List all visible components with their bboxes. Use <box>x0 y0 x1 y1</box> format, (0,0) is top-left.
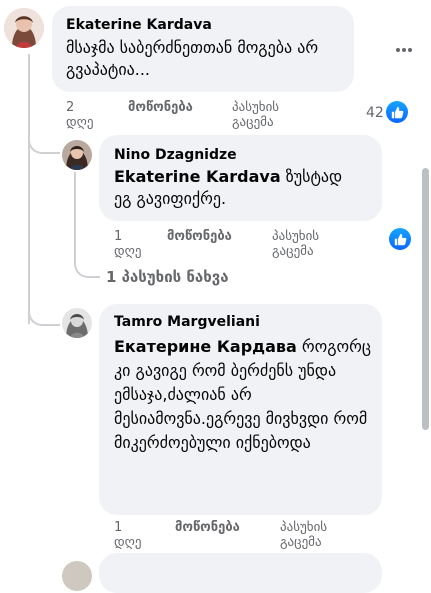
like-button[interactable]: მოწონება <box>175 520 240 535</box>
comment-bubble <box>99 553 382 593</box>
scrollbar-track[interactable] <box>420 0 431 569</box>
like-button[interactable]: მოწონება <box>128 100 193 115</box>
avatar-photo-icon <box>62 308 92 338</box>
comment-text: Екатерине Кардава როგორც კი გავიგე რომ ბ… <box>114 335 372 455</box>
avatar[interactable] <box>62 561 92 591</box>
avatar[interactable] <box>62 140 92 170</box>
reply-label-line-2: გაცემა <box>280 535 322 550</box>
reply-label-line-1: პასუხის <box>272 229 320 244</box>
comment-age-number: 2 <box>66 100 75 115</box>
like-button[interactable]: მოწონება <box>167 229 232 244</box>
comment-age-unit: დღე <box>66 115 94 130</box>
thread-branch-view-replies <box>74 256 100 278</box>
reply-label-line-2: გაცემა <box>232 115 274 130</box>
comment-age-number: 1 <box>114 520 123 535</box>
comment-bubble: Tamro Margveliani Екатерине Кардава როგო… <box>99 304 382 515</box>
reply-button[interactable]: პასუხის გაცემა <box>272 229 319 259</box>
reply-button[interactable]: პასუხის გაცემა <box>232 100 279 130</box>
comment-bubble: Nino Dzagnidze Ekaterine Kardava ზუსტად … <box>99 135 382 221</box>
thread-line-main <box>28 54 30 324</box>
thumbs-up-icon <box>394 233 406 245</box>
comment-age[interactable]: 1 დღე <box>114 229 154 259</box>
avatar[interactable] <box>4 8 44 48</box>
reply-label-line-2: გაცემა <box>272 244 314 259</box>
reaction-count[interactable]: 42 <box>366 106 384 121</box>
comment-age[interactable]: 2 დღე <box>66 100 106 130</box>
more-dots-icon <box>396 48 412 52</box>
avatar-photo-icon <box>4 8 44 48</box>
comment-age-unit: დღე <box>114 244 142 259</box>
thumbs-up-icon <box>391 106 403 118</box>
mention-link[interactable]: Ekaterine Kardava <box>114 167 281 186</box>
reply-label-line-1: პასუხის <box>280 520 328 535</box>
comment-author[interactable]: Nino Dzagnidze <box>114 146 237 164</box>
mention-link[interactable]: Екатерине Кардава <box>114 337 297 356</box>
reply-label-line-1: პასუხის <box>232 100 280 115</box>
thread-branch-1 <box>28 130 60 154</box>
comment-author[interactable]: Ekaterine Kardava <box>66 16 212 34</box>
like-reaction-badge[interactable] <box>386 101 408 123</box>
thread-line-nested <box>74 172 76 257</box>
comment-age[interactable]: 1 დღე <box>114 520 154 550</box>
more-options-button[interactable] <box>392 38 416 62</box>
avatar[interactable] <box>62 308 92 338</box>
comment-age-unit: დღე <box>114 535 142 550</box>
comment-age-number: 1 <box>114 229 123 244</box>
comment-author[interactable]: Tamro Margveliani <box>114 313 260 331</box>
like-reaction-badge[interactable] <box>389 228 411 250</box>
view-replies-link[interactable]: 1 პასუხის ნახვა <box>106 268 229 286</box>
avatar-photo-icon <box>62 140 92 170</box>
reply-button[interactable]: პასუხის გაცემა <box>280 520 327 550</box>
comment-bubble: Ekaterine Kardava მსაჯმა საბერძნეთთან მო… <box>52 6 354 92</box>
comment-text: Ekaterine Kardava ზუსტად ეგ გავიფიქრე. <box>114 166 364 210</box>
scrollbar-thumb[interactable] <box>422 168 429 430</box>
thread-branch-2 <box>28 300 60 326</box>
comment-text: მსაჯმა საბერძნეთთან მოგება არ გვაპატია..… <box>66 38 319 79</box>
